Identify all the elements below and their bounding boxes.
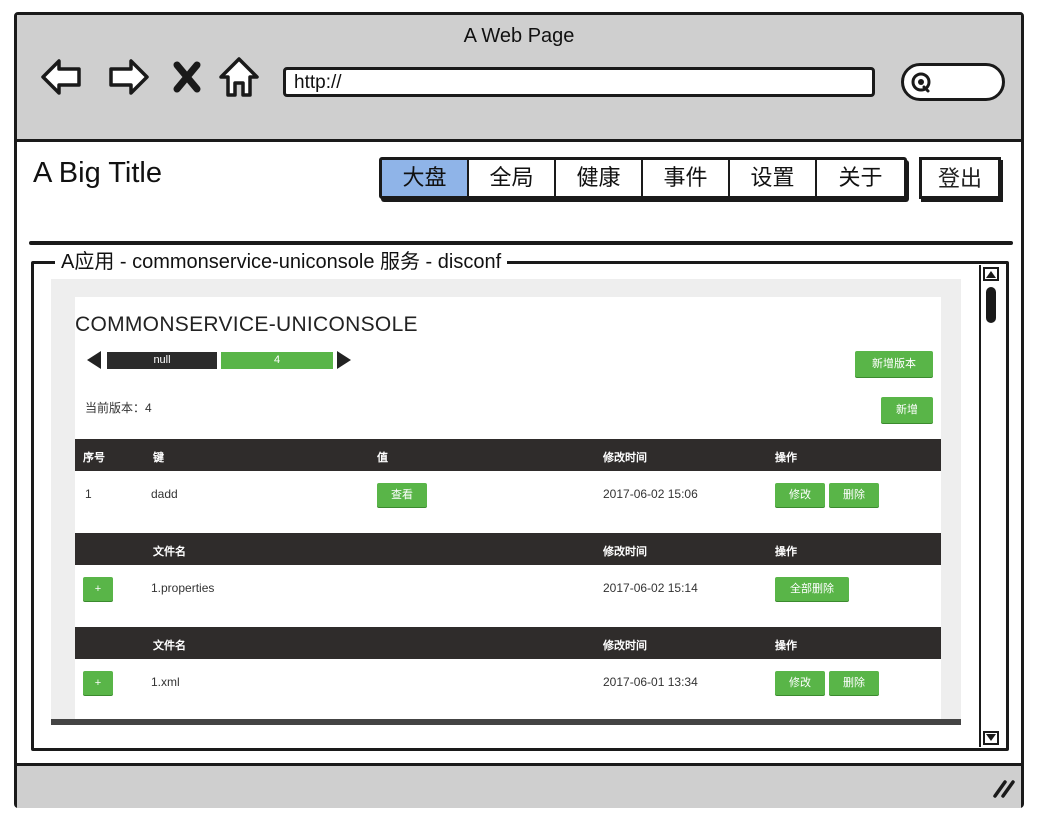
config-row-modified: 2017-06-02 15:06	[603, 487, 698, 501]
col-index: 序号	[83, 452, 105, 464]
col-actions: 操作	[775, 546, 797, 558]
add-button[interactable]: 新增	[881, 397, 933, 423]
browser-chrome: A Web Page http://	[17, 15, 1021, 142]
browser-window: A Web Page http:// A Big Title 大盘 全局 健康 …	[14, 12, 1024, 808]
tab-events[interactable]: 事件	[643, 160, 730, 196]
vertical-scrollbar[interactable]	[979, 265, 1001, 747]
page-title: A Big Title	[33, 157, 162, 189]
edit-button[interactable]: 修改	[775, 671, 825, 695]
version-next-arrow-icon[interactable]	[337, 351, 351, 369]
file-name: 1.properties	[151, 581, 215, 595]
version-step-4[interactable]: 4	[221, 352, 333, 369]
scroll-down-arrow-icon[interactable]	[983, 731, 999, 745]
config-row-key: dadd	[151, 487, 178, 501]
config-row-index: 1	[85, 487, 92, 501]
version-step-null[interactable]: null	[107, 352, 217, 369]
tab-global[interactable]: 全局	[469, 160, 556, 196]
file-name: 1.xml	[151, 675, 180, 689]
col-modified: 修改时间	[603, 546, 647, 558]
forward-arrow-icon[interactable]	[107, 55, 151, 99]
window-title: A Web Page	[463, 25, 575, 47]
version-prev-arrow-icon[interactable]	[87, 351, 101, 369]
tab-dashboard[interactable]: 大盘	[382, 160, 469, 196]
col-actions: 操作	[775, 640, 797, 652]
config-table-header: 序号 键 值 修改时间 操作	[75, 439, 941, 471]
delete-button[interactable]: 删除	[829, 483, 879, 507]
file-table-header: 文件名 修改时间 操作	[75, 627, 941, 659]
col-filename: 文件名	[153, 546, 186, 558]
col-modified: 修改时间	[603, 452, 647, 464]
new-version-button[interactable]: 新增版本	[855, 351, 933, 377]
home-icon[interactable]	[217, 55, 261, 99]
col-modified: 修改时间	[603, 640, 647, 652]
service-title: COMMONSERVICE-UNICONSOLE	[75, 313, 418, 336]
tab-health[interactable]: 健康	[556, 160, 643, 196]
panel-legend: A应用 - commonservice-uniconsole 服务 - disc…	[55, 245, 508, 274]
logout-button[interactable]: 登出	[919, 157, 1001, 199]
search-icon	[911, 72, 931, 93]
expand-button[interactable]: +	[83, 577, 113, 601]
file-table-header: 文件名 修改时间 操作	[75, 533, 941, 565]
delete-all-button[interactable]: 全部删除	[775, 577, 849, 601]
file-modified: 2017-06-02 15:14	[603, 581, 698, 595]
col-key: 键	[153, 452, 164, 464]
resize-grip-icon[interactable]	[991, 778, 1015, 798]
scroll-thumb[interactable]	[986, 287, 996, 323]
tab-about[interactable]: 关于	[817, 160, 904, 196]
close-x-icon[interactable]	[169, 55, 205, 99]
current-version-label: 当前版本：4	[85, 401, 152, 415]
search-input[interactable]	[901, 63, 1005, 101]
main-nav-tabs: 大盘 全局 健康 事件 设置 关于	[379, 157, 907, 199]
file-modified: 2017-06-01 13:34	[603, 675, 698, 689]
col-filename: 文件名	[153, 640, 186, 652]
scroll-up-arrow-icon[interactable]	[983, 267, 999, 281]
delete-button[interactable]: 删除	[829, 671, 879, 695]
content-bottom-border	[51, 719, 961, 725]
back-arrow-icon[interactable]	[39, 55, 83, 99]
tab-settings[interactable]: 设置	[730, 160, 817, 196]
col-value: 值	[377, 452, 388, 464]
expand-button[interactable]: +	[83, 671, 113, 695]
edit-button[interactable]: 修改	[775, 483, 825, 507]
col-actions: 操作	[775, 452, 797, 464]
url-input[interactable]: http://	[283, 67, 875, 97]
browser-status-bar	[17, 763, 1021, 808]
view-value-button[interactable]: 查看	[377, 483, 427, 507]
